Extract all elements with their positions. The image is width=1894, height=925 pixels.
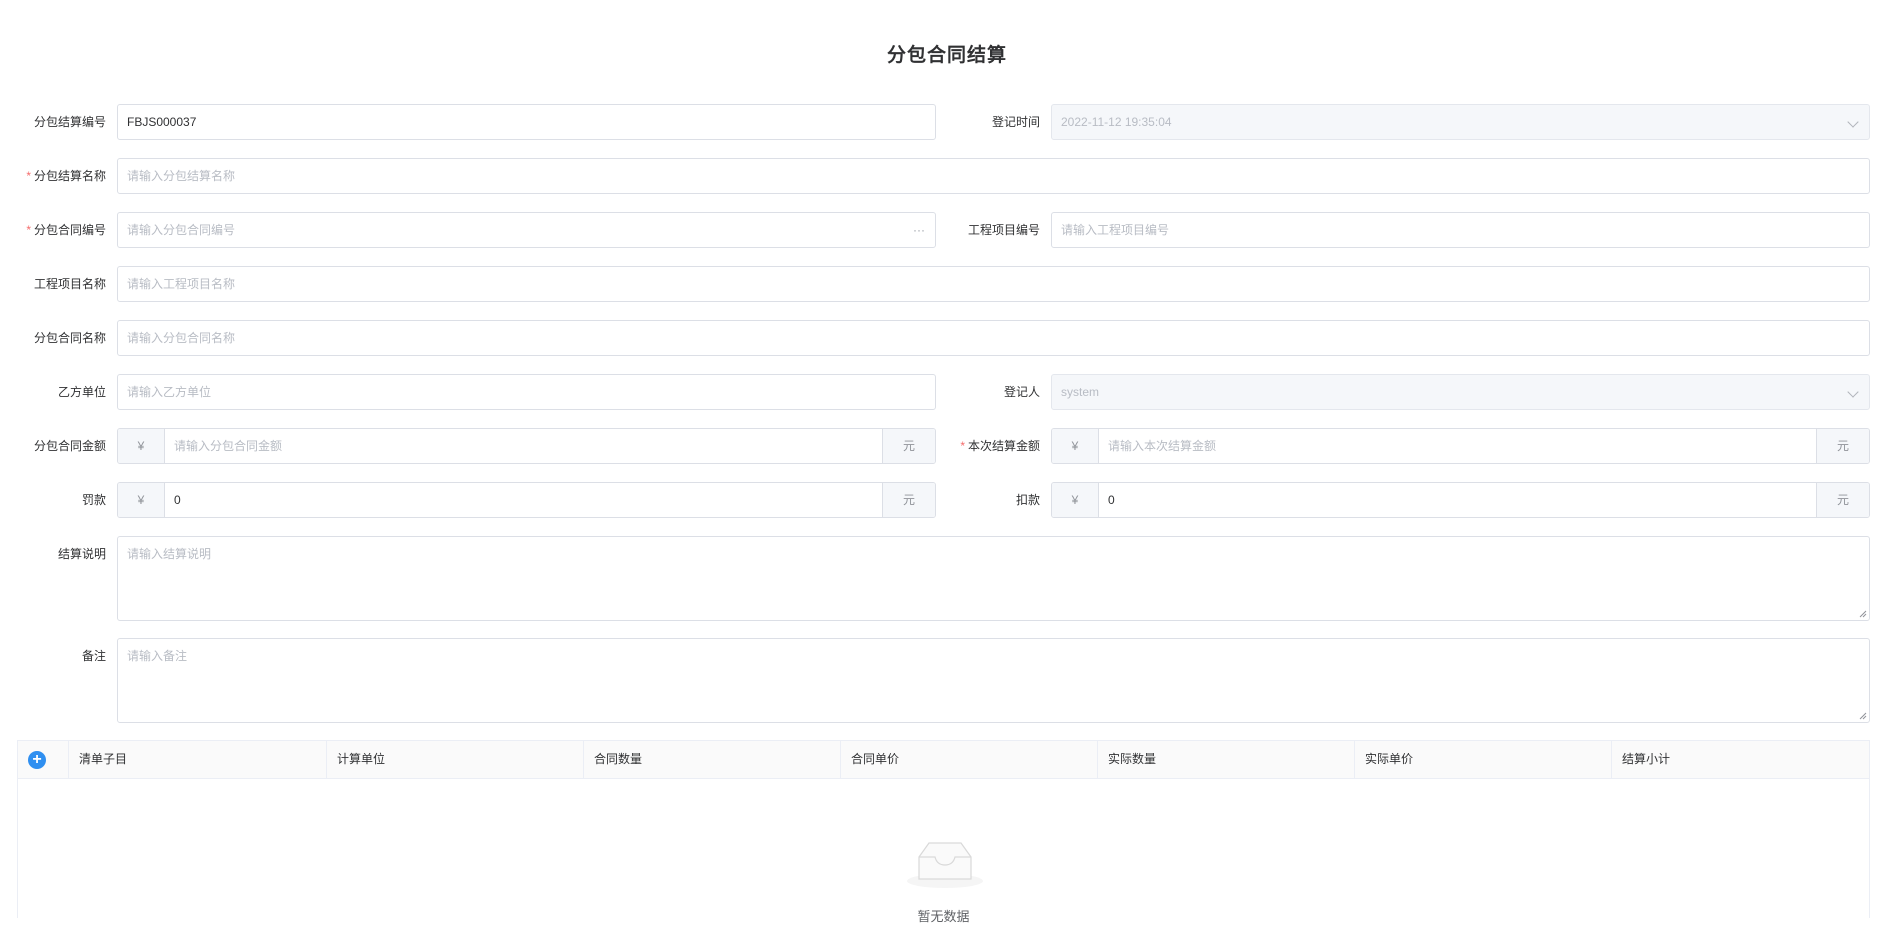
settle-amount-label: * 本次结算金额 — [960, 439, 1040, 453]
contract-name-label: 分包合同名称 — [33, 331, 106, 345]
settle-no-label: 分包结算编号 — [33, 115, 106, 129]
detail-table: + 清单子目 计算单位 合同数量 合同单价 实际数量 实际单价 结算小计 暂无数… — [17, 740, 1870, 924]
more-icon[interactable]: ··· — [913, 213, 925, 247]
chevron-down-icon — [1847, 116, 1859, 128]
project-name-input[interactable]: 请输入工程项目名称 — [117, 266, 1870, 302]
contract-name-input[interactable]: 请输入分包合同名称 — [117, 320, 1870, 356]
column-header: 合同单价 — [840, 741, 1097, 778]
party-b-label: 乙方单位 — [57, 385, 106, 399]
deduction-label: 扣款 — [1015, 493, 1040, 507]
column-header: 计算单位 — [326, 741, 583, 778]
penalty-label: 罚款 — [81, 493, 106, 507]
project-no-input[interactable]: 请输入工程项目编号 — [1051, 212, 1870, 248]
contract-amount-input[interactable]: 请输入分包合同金额 — [165, 429, 882, 463]
penalty-group[interactable]: ¥ 0 元 — [117, 482, 936, 518]
settle-name-input[interactable]: 请输入分包结算名称 — [117, 158, 1870, 194]
column-header: 合同数量 — [583, 741, 840, 778]
currency-prefix: ¥ — [118, 483, 165, 517]
deduction-group[interactable]: ¥ 0 元 — [1051, 482, 1870, 518]
unit-suffix: 元 — [1816, 483, 1869, 517]
contract-no-input[interactable]: 请输入分包合同编号 ··· — [117, 212, 936, 248]
contract-amount-label: 分包合同金额 — [33, 439, 106, 453]
table-header: + 清单子目 计算单位 合同数量 合同单价 实际数量 实际单价 结算小计 — [18, 741, 1869, 779]
description-textarea[interactable]: 请输入结算说明 — [117, 536, 1870, 621]
plus-circle-icon[interactable]: + — [28, 751, 46, 769]
party-b-input[interactable]: 请输入乙方单位 — [117, 374, 936, 410]
column-header: 实际单价 — [1354, 741, 1611, 778]
contract-no-label: * 分包合同编号 — [26, 223, 106, 237]
registrant-select[interactable]: system — [1051, 374, 1870, 410]
description-label: 结算说明 — [57, 547, 106, 561]
remark-label: 备注 — [81, 649, 106, 663]
column-header: 实际数量 — [1097, 741, 1354, 778]
page-title: 分包合同结算 — [886, 45, 1007, 66]
unit-suffix: 元 — [1816, 429, 1869, 463]
unit-suffix: 元 — [882, 429, 935, 463]
settle-amount-group[interactable]: ¥ 请输入本次结算金额 元 — [1051, 428, 1870, 464]
project-no-label: 工程项目编号 — [967, 223, 1040, 237]
project-name-label: 工程项目名称 — [33, 277, 106, 291]
reg-time-select[interactable]: 2022-11-12 19:35:04 — [1051, 104, 1870, 140]
remark-textarea[interactable]: 请输入备注 — [117, 638, 1870, 723]
unit-suffix: 元 — [882, 483, 935, 517]
settle-amount-input[interactable]: 请输入本次结算金额 — [1099, 429, 1816, 463]
currency-prefix: ¥ — [1052, 483, 1099, 517]
settle-name-label: * 分包结算名称 — [26, 169, 106, 183]
resize-handle-icon[interactable] — [1859, 712, 1867, 720]
registrant-label: 登记人 — [1003, 385, 1040, 399]
empty-box-icon — [907, 842, 983, 888]
resize-handle-icon[interactable] — [1859, 610, 1867, 618]
reg-time-label: 登记时间 — [991, 115, 1040, 129]
settle-no-input[interactable]: FBJS000037 — [117, 104, 936, 140]
contract-amount-group[interactable]: ¥ 请输入分包合同金额 元 — [117, 428, 936, 464]
penalty-input[interactable]: 0 — [165, 483, 882, 517]
deduction-input[interactable]: 0 — [1099, 483, 1816, 517]
empty-text: 暂无数据 — [917, 909, 970, 924]
chevron-down-icon — [1847, 386, 1859, 398]
column-header: 清单子目 — [68, 741, 326, 778]
currency-prefix: ¥ — [1052, 429, 1099, 463]
currency-prefix: ¥ — [118, 429, 165, 463]
column-header: 结算小计 — [1611, 741, 1869, 778]
